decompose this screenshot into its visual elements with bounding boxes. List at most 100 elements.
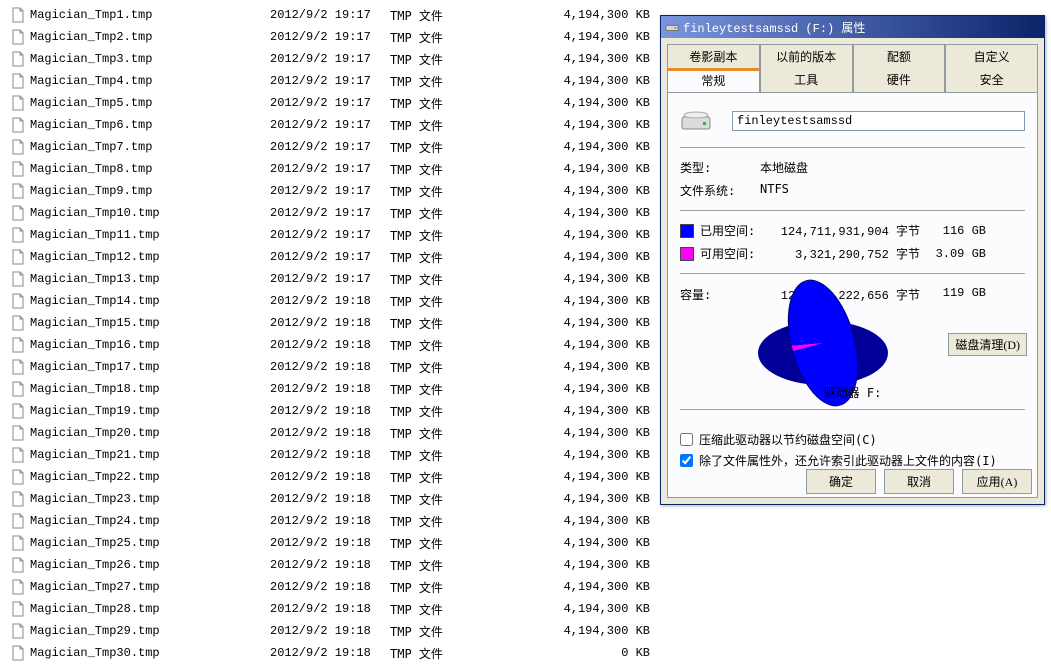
file-row[interactable]: Magician_Tmp17.tmp2012/9/2 19:18TMP 文件4,…: [0, 356, 660, 378]
file-name: Magician_Tmp22.tmp: [30, 470, 270, 484]
file-row[interactable]: Magician_Tmp28.tmp2012/9/2 19:18TMP 文件4,…: [0, 598, 660, 620]
file-date: 2012/9/2 19:18: [270, 492, 390, 506]
file-type: TMP 文件: [390, 425, 540, 442]
tab-quota[interactable]: 配额: [853, 44, 946, 68]
tab-panel-general: 类型: 本地磁盘 文件系统: NTFS 已用空间: 124,711,931,90…: [667, 93, 1038, 498]
file-row[interactable]: Magician_Tmp1.tmp2012/9/2 19:17TMP 文件4,1…: [0, 4, 660, 26]
file-icon: [10, 623, 26, 639]
file-date: 2012/9/2 19:17: [270, 272, 390, 286]
file-name: Magician_Tmp12.tmp: [30, 250, 270, 264]
file-name: Magician_Tmp26.tmp: [30, 558, 270, 572]
file-icon: [10, 381, 26, 397]
file-icon: [10, 557, 26, 573]
drive-large-icon: [680, 105, 712, 137]
titlebar[interactable]: finleytestsamssd (F:) 属性: [661, 16, 1044, 38]
file-name: Magician_Tmp1.tmp: [30, 8, 270, 22]
free-label: 可用空间:: [700, 245, 770, 262]
file-row[interactable]: Magician_Tmp8.tmp2012/9/2 19:17TMP 文件4,1…: [0, 158, 660, 180]
disk-cleanup-button[interactable]: 磁盘清理(D): [948, 333, 1027, 356]
apply-button[interactable]: 应用(A): [962, 469, 1032, 494]
file-row[interactable]: Magician_Tmp24.tmp2012/9/2 19:18TMP 文件4,…: [0, 510, 660, 532]
pie-chart: [758, 311, 888, 387]
tab-customize[interactable]: 自定义: [945, 44, 1038, 68]
file-size: 4,194,300 KB: [540, 580, 650, 594]
free-human: 3.09 GB: [920, 247, 990, 261]
file-row[interactable]: Magician_Tmp26.tmp2012/9/2 19:18TMP 文件4,…: [0, 554, 660, 576]
file-size: 4,194,300 KB: [540, 184, 650, 198]
file-row[interactable]: Magician_Tmp3.tmp2012/9/2 19:17TMP 文件4,1…: [0, 48, 660, 70]
file-name: Magician_Tmp9.tmp: [30, 184, 270, 198]
file-row[interactable]: Magician_Tmp29.tmp2012/9/2 19:18TMP 文件4,…: [0, 620, 660, 642]
file-date: 2012/9/2 19:17: [270, 206, 390, 220]
file-size: 4,194,300 KB: [540, 602, 650, 616]
file-row[interactable]: Magician_Tmp9.tmp2012/9/2 19:17TMP 文件4,1…: [0, 180, 660, 202]
file-row[interactable]: Magician_Tmp20.tmp2012/9/2 19:18TMP 文件4,…: [0, 422, 660, 444]
file-date: 2012/9/2 19:18: [270, 624, 390, 638]
file-name: Magician_Tmp20.tmp: [30, 426, 270, 440]
file-type: TMP 文件: [390, 7, 540, 24]
file-size: 4,194,300 KB: [540, 118, 650, 132]
file-row[interactable]: Magician_Tmp23.tmp2012/9/2 19:18TMP 文件4,…: [0, 488, 660, 510]
drive-label-input[interactable]: [732, 111, 1025, 131]
file-date: 2012/9/2 19:18: [270, 316, 390, 330]
file-row[interactable]: Magician_Tmp25.tmp2012/9/2 19:18TMP 文件4,…: [0, 532, 660, 554]
file-row[interactable]: Magician_Tmp16.tmp2012/9/2 19:18TMP 文件4,…: [0, 334, 660, 356]
file-date: 2012/9/2 19:17: [270, 52, 390, 66]
file-name: Magician_Tmp29.tmp: [30, 624, 270, 638]
file-size: 4,194,300 KB: [540, 228, 650, 242]
file-type: TMP 文件: [390, 271, 540, 288]
cancel-button[interactable]: 取消: [884, 469, 954, 494]
file-date: 2012/9/2 19:18: [270, 448, 390, 462]
file-row[interactable]: Magician_Tmp14.tmp2012/9/2 19:18TMP 文件4,…: [0, 290, 660, 312]
properties-dialog: finleytestsamssd (F:) 属性 卷影副本 以前的版本 配额 自…: [660, 15, 1045, 505]
tab-hardware[interactable]: 硬件: [853, 68, 946, 93]
file-icon: [10, 579, 26, 595]
file-row[interactable]: Magician_Tmp7.tmp2012/9/2 19:17TMP 文件4,1…: [0, 136, 660, 158]
tab-security[interactable]: 安全: [945, 68, 1038, 93]
drive-letter-label: 驱动器 F:: [680, 384, 1025, 401]
file-type: TMP 文件: [390, 161, 540, 178]
file-date: 2012/9/2 19:17: [270, 228, 390, 242]
tab-previous-versions[interactable]: 以前的版本: [760, 44, 853, 68]
file-date: 2012/9/2 19:17: [270, 184, 390, 198]
compress-checkbox[interactable]: [680, 433, 693, 446]
file-row[interactable]: Magician_Tmp11.tmp2012/9/2 19:17TMP 文件4,…: [0, 224, 660, 246]
file-name: Magician_Tmp28.tmp: [30, 602, 270, 616]
compress-checkbox-row[interactable]: 压缩此驱动器以节约磁盘空间(C): [680, 430, 1025, 451]
file-row[interactable]: Magician_Tmp21.tmp2012/9/2 19:18TMP 文件4,…: [0, 444, 660, 466]
tab-shadow-copies[interactable]: 卷影副本: [667, 44, 760, 68]
file-type: TMP 文件: [390, 403, 540, 420]
file-type: TMP 文件: [390, 139, 540, 156]
file-list: Magician_Tmp1.tmp2012/9/2 19:17TMP 文件4,1…: [0, 0, 660, 668]
file-row[interactable]: Magician_Tmp18.tmp2012/9/2 19:18TMP 文件4,…: [0, 378, 660, 400]
tab-tools[interactable]: 工具: [760, 68, 853, 93]
file-type: TMP 文件: [390, 51, 540, 68]
file-icon: [10, 95, 26, 111]
file-row[interactable]: Magician_Tmp12.tmp2012/9/2 19:17TMP 文件4,…: [0, 246, 660, 268]
file-name: Magician_Tmp10.tmp: [30, 206, 270, 220]
file-icon: [10, 73, 26, 89]
file-row[interactable]: Magician_Tmp13.tmp2012/9/2 19:17TMP 文件4,…: [0, 268, 660, 290]
file-size: 4,194,300 KB: [540, 448, 650, 462]
file-name: Magician_Tmp8.tmp: [30, 162, 270, 176]
file-row[interactable]: Magician_Tmp27.tmp2012/9/2 19:18TMP 文件4,…: [0, 576, 660, 598]
file-icon: [10, 29, 26, 45]
tabs-container: 卷影副本 以前的版本 配额 自定义 常规 工具 硬件 安全 类型: 本地磁盘: [661, 38, 1044, 504]
file-date: 2012/9/2 19:17: [270, 250, 390, 264]
file-type: TMP 文件: [390, 359, 540, 376]
file-row[interactable]: Magician_Tmp22.tmp2012/9/2 19:18TMP 文件4,…: [0, 466, 660, 488]
file-row[interactable]: Magician_Tmp6.tmp2012/9/2 19:17TMP 文件4,1…: [0, 114, 660, 136]
file-row[interactable]: Magician_Tmp5.tmp2012/9/2 19:17TMP 文件4,1…: [0, 92, 660, 114]
file-row[interactable]: Magician_Tmp15.tmp2012/9/2 19:18TMP 文件4,…: [0, 312, 660, 334]
index-checkbox[interactable]: [680, 454, 693, 467]
file-row[interactable]: Magician_Tmp10.tmp2012/9/2 19:17TMP 文件4,…: [0, 202, 660, 224]
file-row[interactable]: Magician_Tmp2.tmp2012/9/2 19:17TMP 文件4,1…: [0, 26, 660, 48]
file-icon: [10, 315, 26, 331]
file-row[interactable]: Magician_Tmp4.tmp2012/9/2 19:17TMP 文件4,1…: [0, 70, 660, 92]
ok-button[interactable]: 确定: [806, 469, 876, 494]
file-icon: [10, 447, 26, 463]
file-size: 4,194,300 KB: [540, 74, 650, 88]
tab-general[interactable]: 常规: [667, 68, 760, 93]
file-row[interactable]: Magician_Tmp30.tmp2012/9/2 19:18TMP 文件0 …: [0, 642, 660, 664]
file-row[interactable]: Magician_Tmp19.tmp2012/9/2 19:18TMP 文件4,…: [0, 400, 660, 422]
